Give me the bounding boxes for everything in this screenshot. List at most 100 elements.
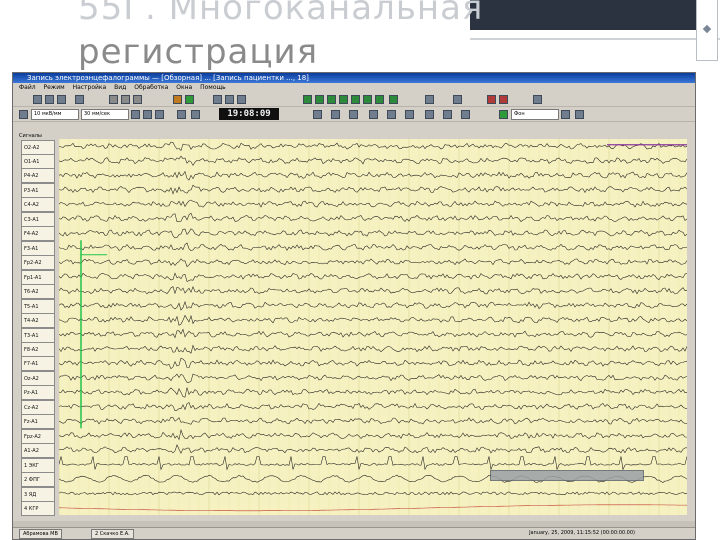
channel-label[interactable]: O2-A2 bbox=[21, 139, 55, 155]
channel-label[interactable]: O1-A1 bbox=[21, 153, 55, 169]
tool-icon[interactable] bbox=[109, 95, 118, 104]
time-display: 19:08:09 bbox=[219, 108, 279, 120]
channel-label[interactable]: C3-A1 bbox=[21, 211, 55, 227]
pause-icon[interactable] bbox=[19, 110, 28, 119]
channel-label[interactable]: 4 КГР bbox=[21, 501, 55, 517]
fast-forward-icon[interactable] bbox=[339, 95, 348, 104]
channel-label[interactable]: F4-A2 bbox=[21, 226, 55, 242]
tool-icon[interactable] bbox=[369, 110, 378, 119]
tool-icon[interactable] bbox=[131, 110, 140, 119]
patient-tab-2[interactable]: 2 Скачко Е.А. bbox=[91, 529, 134, 539]
hover-tooltip bbox=[490, 470, 644, 481]
app-titlebar[interactable]: Запись электроэнцефалограммы — [Обзорная… bbox=[13, 73, 695, 83]
menu-mode[interactable]: Режим bbox=[44, 84, 65, 91]
channel-label[interactable]: Cz-A2 bbox=[21, 399, 55, 415]
status-bar: Абрамова МВ 2 Скачко Е.А. January, 25, 2… bbox=[13, 527, 695, 539]
tool-icon[interactable] bbox=[561, 110, 570, 119]
channel-label[interactable]: Pz-A1 bbox=[21, 385, 55, 401]
slide-title: 55Г. Многоканальная регистрация bbox=[78, 0, 483, 74]
channel-label[interactable]: F7-A1 bbox=[21, 356, 55, 372]
toolbar-row-2: 10 мкВ/мм 30 мм/сек 19:08:09 Фон bbox=[13, 107, 695, 122]
tool-icon[interactable] bbox=[453, 95, 462, 104]
montage-icon[interactable] bbox=[173, 95, 182, 104]
channel-label[interactable]: P4-A2 bbox=[21, 168, 55, 184]
marker-icon[interactable] bbox=[177, 110, 186, 119]
channel-label[interactable]: 2 ФПГ bbox=[21, 472, 55, 488]
channel-label[interactable]: T3-A1 bbox=[21, 327, 55, 343]
channel-label[interactable]: Fpz-A2 bbox=[21, 428, 55, 444]
filter-icon[interactable] bbox=[185, 95, 194, 104]
channel-label[interactable]: Fp2-A2 bbox=[21, 255, 55, 271]
slide-divider bbox=[470, 38, 720, 40]
filter-select[interactable]: Фон bbox=[511, 109, 559, 120]
new-icon[interactable] bbox=[33, 95, 42, 104]
scale-select[interactable]: 10 мкВ/мм bbox=[31, 109, 79, 120]
tool-icon[interactable] bbox=[405, 110, 414, 119]
grid-icon[interactable] bbox=[213, 95, 222, 104]
eeg-traces-plot[interactable] bbox=[59, 139, 687, 515]
slide-title-line1: 55Г. Многоканальная bbox=[78, 0, 484, 28]
channel-label[interactable]: T4-A2 bbox=[21, 313, 55, 329]
step-forward-icon[interactable] bbox=[327, 95, 336, 104]
zoom-icon[interactable] bbox=[425, 95, 434, 104]
menu-help[interactable]: Помощь bbox=[200, 84, 226, 91]
channel-label[interactable]: Fz-A1 bbox=[21, 414, 55, 430]
tool-icon[interactable] bbox=[575, 110, 584, 119]
channel-label[interactable]: P3-A1 bbox=[21, 182, 55, 198]
patient-tab-1[interactable]: Абрамова МВ bbox=[19, 529, 62, 539]
tool-icon[interactable] bbox=[349, 110, 358, 119]
tool-icon[interactable] bbox=[121, 95, 130, 104]
eeg-recording-area: O2-A2 O1-A1 P4-A2 P3-A1 C4-A2 C3-A1 F4-A2 F3-A1… bbox=[13, 139, 695, 517]
end-icon[interactable] bbox=[389, 95, 398, 104]
checkbox-icon[interactable] bbox=[499, 110, 508, 119]
open-icon[interactable] bbox=[45, 95, 54, 104]
eeg-app-window: Запись электроэнцефалограммы — [Обзорная… bbox=[12, 72, 696, 540]
menu-processing[interactable]: Обработка bbox=[134, 84, 168, 91]
channel-label[interactable]: F8-A2 bbox=[21, 341, 55, 357]
channel-label[interactable]: T6-A2 bbox=[21, 284, 55, 300]
grid-icon[interactable] bbox=[237, 95, 246, 104]
toolbar-row-1 bbox=[13, 92, 695, 107]
channel-label[interactable]: 3 ЯД bbox=[21, 486, 55, 502]
rewind-icon[interactable] bbox=[363, 95, 372, 104]
tool-icon[interactable] bbox=[425, 110, 434, 119]
tool-icon[interactable] bbox=[387, 110, 396, 119]
record-icon[interactable] bbox=[487, 95, 496, 104]
channel-label[interactable]: C4-A2 bbox=[21, 197, 55, 213]
tool-icon[interactable] bbox=[443, 110, 452, 119]
tool-icon[interactable] bbox=[133, 95, 142, 104]
channel-label[interactable]: A1-A2 bbox=[21, 443, 55, 459]
stop-icon[interactable] bbox=[375, 95, 384, 104]
marker-icon[interactable] bbox=[191, 110, 200, 119]
save-icon[interactable] bbox=[57, 95, 66, 104]
record-icon[interactable] bbox=[499, 95, 508, 104]
play-icon[interactable] bbox=[351, 95, 360, 104]
help-icon[interactable] bbox=[533, 95, 542, 104]
menu-settings[interactable]: Настройка bbox=[73, 84, 107, 91]
slide-corner-icon bbox=[702, 24, 712, 34]
channel-label[interactable]: 1 ЭКГ bbox=[21, 457, 55, 473]
slide-corner-tab bbox=[696, 0, 718, 61]
channel-label[interactable]: Fp1-A1 bbox=[21, 269, 55, 285]
app-menubar: Файл Режим Настройка Вид Обработка Окна … bbox=[13, 83, 695, 92]
plot-background bbox=[59, 139, 687, 515]
channel-label[interactable]: T5-A1 bbox=[21, 298, 55, 314]
status-datetime: January, 25, 2009, 11:15:52 (00:00:00.00… bbox=[529, 530, 635, 536]
menu-file[interactable]: Файл bbox=[19, 84, 36, 91]
step-back-icon[interactable] bbox=[315, 95, 324, 104]
tool-icon[interactable] bbox=[313, 110, 322, 119]
channel-label[interactable]: Oz-A2 bbox=[21, 370, 55, 386]
print-icon[interactable] bbox=[75, 95, 84, 104]
slide-title-line2: регистрация bbox=[78, 32, 319, 72]
grid-icon[interactable] bbox=[225, 95, 234, 104]
tool-icon[interactable] bbox=[155, 110, 164, 119]
menu-view[interactable]: Вид bbox=[114, 84, 126, 91]
tool-icon[interactable] bbox=[331, 110, 340, 119]
tool-icon[interactable] bbox=[143, 110, 152, 119]
speed-select[interactable]: 30 мм/сек bbox=[81, 109, 129, 120]
menu-windows[interactable]: Окна bbox=[176, 84, 192, 91]
channel-labels: O2-A2 O1-A1 P4-A2 P3-A1 C4-A2 C3-A1 F4-A2 F3-A1… bbox=[21, 139, 57, 517]
play-icon[interactable] bbox=[303, 95, 312, 104]
tool-icon[interactable] bbox=[461, 110, 470, 119]
channel-label[interactable]: F3-A1 bbox=[21, 240, 55, 256]
